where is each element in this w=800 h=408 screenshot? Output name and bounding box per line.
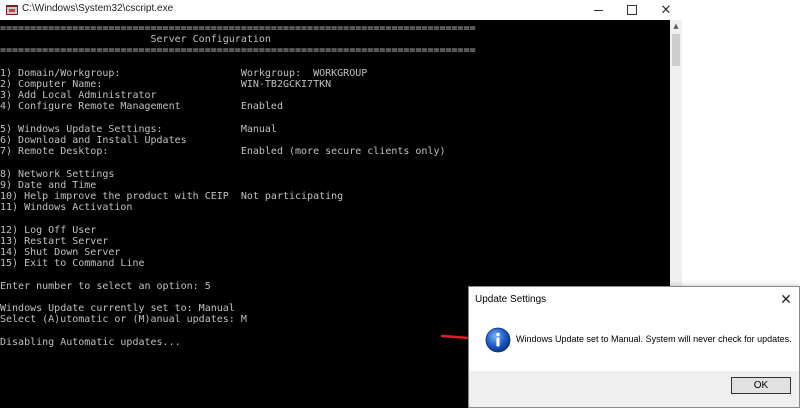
console-line: 1) Domain/Workgroup: Workgroup: WORKGROU… [0, 67, 368, 79]
console-line: 15) Exit to Command Line [0, 258, 145, 270]
console-line: Select (A)utomatic or (M)anual updates: … [0, 314, 247, 326]
cscript-app-icon [6, 5, 18, 15]
info-icon [485, 327, 511, 353]
console-line: 5) Windows Update Settings: Manual [0, 123, 277, 135]
dialog-title: Update Settings [475, 294, 547, 305]
update-settings-dialog[interactable]: Update Settings ✕ Windows Update set to … [468, 286, 800, 408]
console-line: ========================================… [0, 45, 476, 57]
dialog-footer: OK [469, 371, 799, 407]
console-line: 9) Date and Time [0, 179, 97, 191]
maximize-icon [627, 5, 637, 15]
maximize-button[interactable] [616, 0, 648, 20]
console-line: ========================================… [0, 23, 476, 34]
console-line: Windows Update currently set to: Manual [0, 303, 235, 314]
console-line: 2) Computer Name: WIN-TB2GCKI7TKN [0, 79, 332, 90]
title-bar[interactable]: C:\Windows\System32\cscript.exe ✕ [0, 0, 682, 20]
console-line: 12) Log Off User [0, 224, 97, 236]
window-title: C:\Windows\System32\cscript.exe [22, 3, 174, 14]
console-line: 4) Configure Remote Management Enabled [0, 101, 283, 113]
console-line: 11) Windows Activation [0, 202, 133, 214]
dialog-body: Windows Update set to Manual. System wil… [469, 313, 799, 371]
console-line: 3) Add Local Administrator [0, 90, 157, 102]
console-line: Enter number to select an option: 5 [0, 280, 211, 292]
scroll-thumb[interactable] [672, 34, 680, 66]
console-line: 6) Download and Install Updates [0, 135, 187, 146]
scroll-up-arrow-icon[interactable]: ▲ [670, 20, 682, 32]
dialog-close-button[interactable]: ✕ [777, 291, 795, 309]
close-icon: ✕ [660, 2, 672, 18]
minimize-icon [593, 10, 603, 11]
ok-button[interactable]: OK [731, 377, 791, 394]
dialog-message: Windows Update set to Manual. System wil… [516, 334, 792, 344]
console-line: 14) Shut Down Server [0, 247, 121, 258]
close-icon: ✕ [780, 292, 792, 308]
console-line: 7) Remote Desktop: Enabled (more secure … [0, 146, 446, 158]
close-button[interactable]: ✕ [650, 0, 682, 20]
console-line: 10) Help improve the product with CEIP N… [0, 191, 344, 202]
console-line: 13) Restart Server [0, 235, 109, 247]
console-line: Disabling Automatic updates... [0, 336, 181, 348]
minimize-button[interactable] [582, 0, 614, 20]
console-line: Server Configuration [0, 34, 271, 46]
console-line: 8) Network Settings [0, 168, 115, 180]
